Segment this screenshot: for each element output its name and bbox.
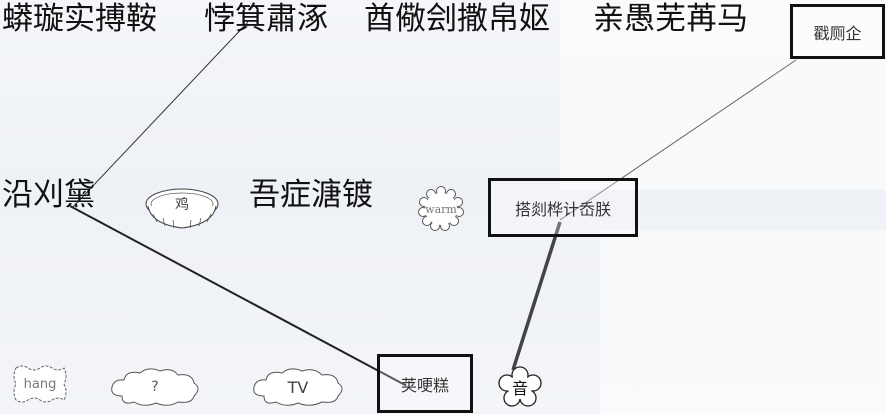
cloud-shape: TV — [250, 366, 346, 408]
word-label: 吾症溏镀 — [249, 177, 373, 213]
label-box: 搭剡桦计岙朕 — [488, 178, 638, 237]
pie-shape: 鸡 — [143, 186, 221, 232]
shape-label: TV — [287, 377, 309, 397]
shape-label: 音 — [511, 379, 528, 398]
shape-label: warm — [425, 202, 457, 216]
label-box: 戳厕企 — [790, 4, 885, 59]
word-label: 亲愚芜苒马 — [593, 1, 748, 37]
word-label: 沿刈黛 — [2, 177, 95, 213]
shape-label: hang — [23, 376, 57, 392]
connector-line — [69, 205, 406, 386]
connector-line — [71, 21, 249, 209]
word-label: 蟒璇实搏鞍 — [2, 1, 157, 37]
wavy-shape: hang — [12, 364, 68, 404]
flower-shape: 音 — [497, 366, 543, 408]
scalloped-shape: warm — [418, 186, 464, 232]
label-box: 荚哽糕 — [377, 354, 473, 413]
connector-line — [511, 221, 562, 371]
word-label: 悖箕肅涿 — [204, 1, 328, 37]
shape-label: ? — [151, 379, 159, 395]
canvas: 蟒璇实搏鞍 悖箕肅涿 酋儆刽撒帛妪 亲愚芜苒马 戳厕企 沿刈黛 吾症溏镀 鸡 w… — [0, 0, 886, 414]
cloud-shape: ? — [108, 366, 202, 408]
shape-label: 鸡 — [175, 197, 189, 213]
word-label: 酋儆刽撒帛妪 — [364, 1, 550, 37]
